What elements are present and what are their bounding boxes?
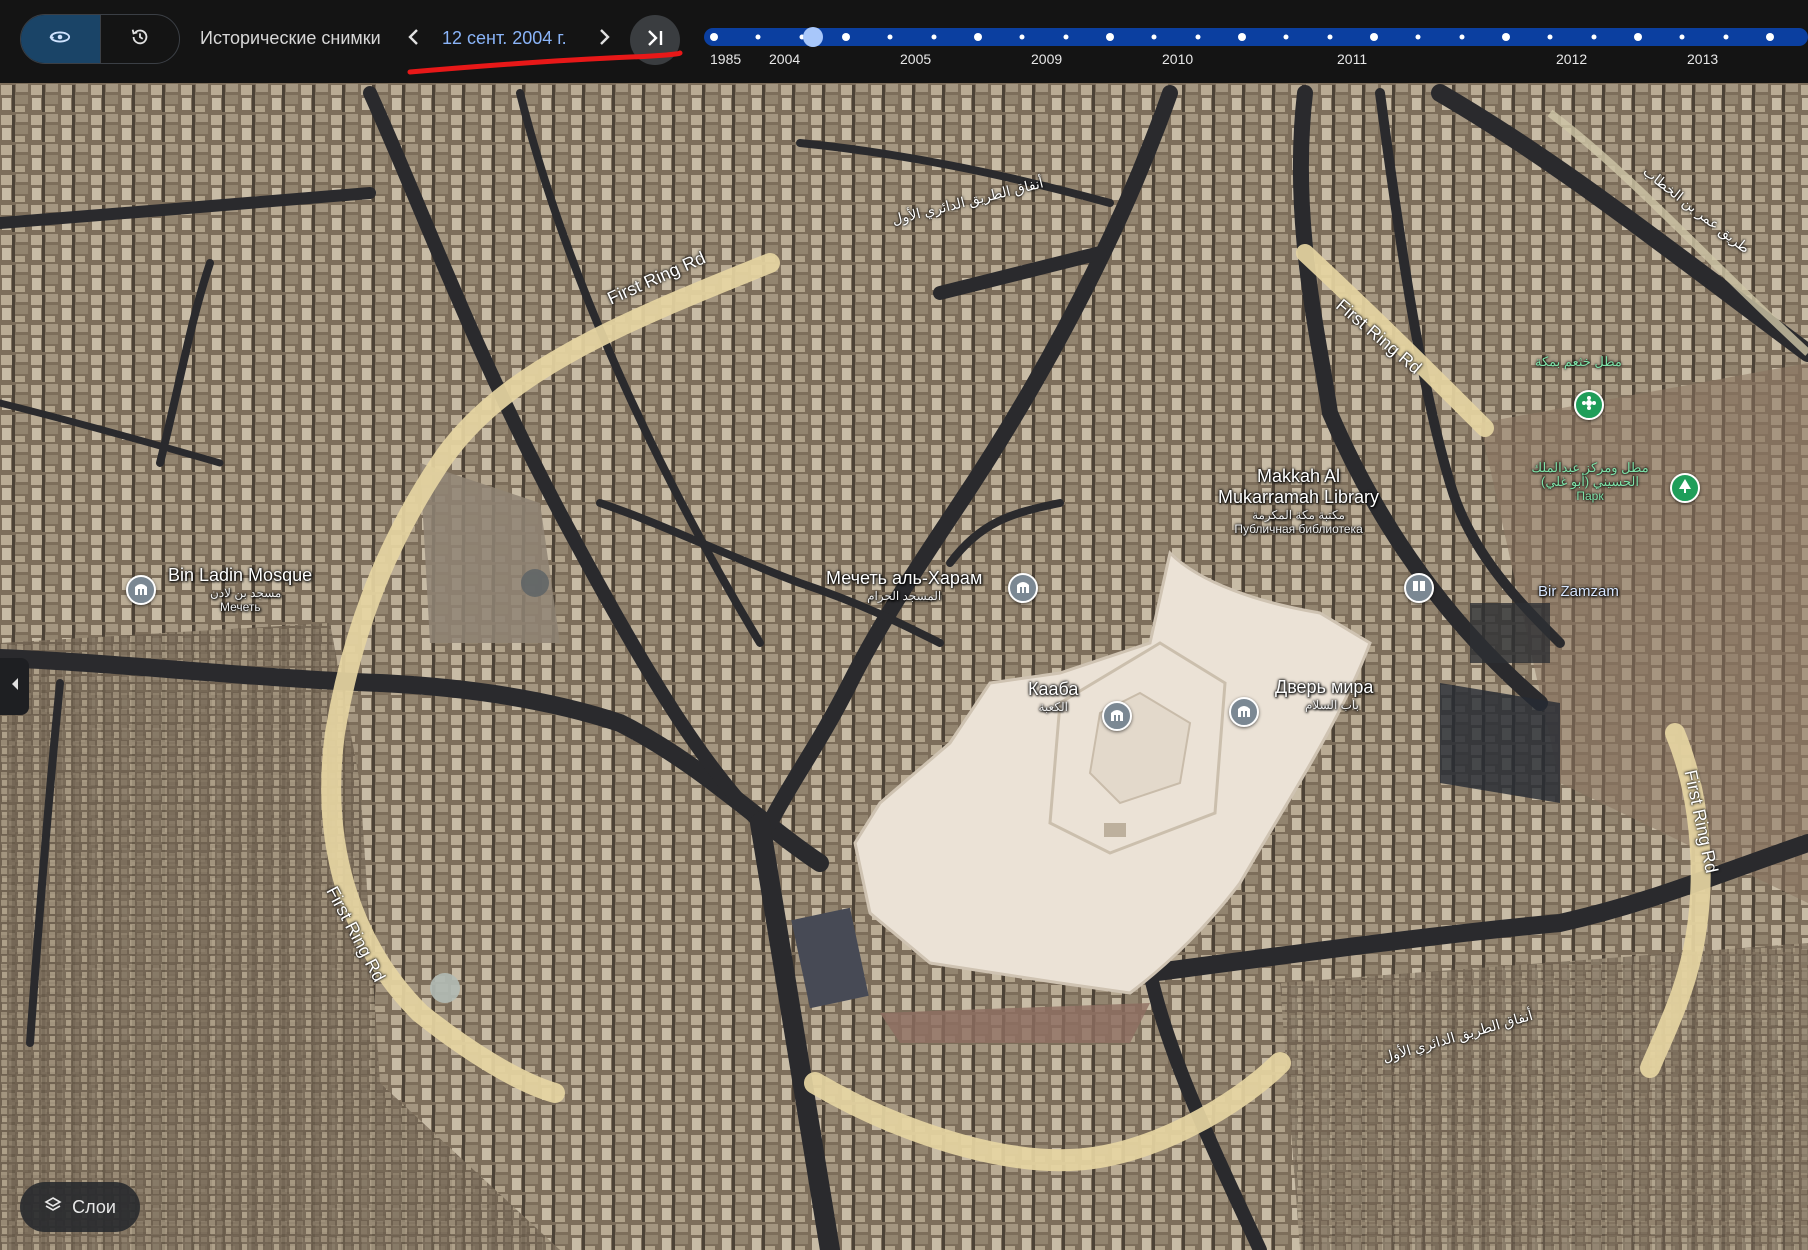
layers-button[interactable]: Слои: [20, 1182, 140, 1232]
timeline-year-label[interactable]: 2010: [1162, 51, 1193, 67]
makkah-library-type: Публичная библиотека: [1234, 522, 1363, 536]
masjid-al-haram-label[interactable]: Мечеть аль-Харам المسجد الحرام: [826, 568, 982, 603]
timeline-tick[interactable]: [1327, 34, 1333, 40]
next-date-button[interactable]: [590, 24, 618, 54]
skip-to-latest-icon: [644, 28, 666, 53]
timeline-track[interactable]: [704, 28, 1808, 46]
viewpoint-khatham-pin[interactable]: [1574, 390, 1604, 420]
abdulmalik-park-arabic: مطل ومركز عبدالملك الحسيني (أبو غلي): [1531, 460, 1649, 489]
masjid-al-haram-pin[interactable]: [1008, 573, 1038, 603]
history-clock-icon: [129, 26, 151, 53]
kaaba-label[interactable]: Кааба الكعبة: [1028, 679, 1078, 714]
chevron-right-icon: [597, 28, 611, 51]
timeline-tick[interactable]: [755, 34, 761, 40]
makkah-library-arabic: مكتبة مكة المكرمة: [1252, 508, 1345, 522]
satellite-map[interactable]: First Ring Rd First Ring Rd First Ring R…: [0, 83, 1808, 1250]
door-of-peace-arabic: باب السلام: [1305, 698, 1359, 712]
mosque-pin-icon: [133, 581, 149, 600]
timeline-year-label[interactable]: 2009: [1031, 51, 1062, 67]
imagery-timeline[interactable]: 1985 2004 2005 2009 2010 2011 2012 2013: [704, 26, 1808, 76]
abdulmalik-park-label[interactable]: مطل ومركز عبدالملك الحسيني (أبو غلي) Пар…: [1520, 460, 1660, 504]
timeline-tick[interactable]: [710, 33, 718, 41]
timeline-year-label[interactable]: 2011: [1337, 51, 1367, 67]
timeline-tick[interactable]: [1063, 34, 1069, 40]
timeline-tick[interactable]: [1679, 34, 1685, 40]
timeline-year-label[interactable]: 2005: [900, 51, 931, 67]
timeline-tick[interactable]: [974, 33, 982, 41]
door-of-peace-title: Дверь мира: [1275, 677, 1374, 697]
timeline-tick[interactable]: [842, 33, 850, 41]
viewpoint-khatham-arabic: مطل خثعم بمكة: [1535, 354, 1622, 369]
mosque-pin-icon: [1236, 703, 1252, 722]
abdulmalik-park-pin[interactable]: [1670, 473, 1700, 503]
timeline-year-label[interactable]: 2004: [769, 51, 800, 67]
timeline-selected-handle[interactable]: [803, 27, 823, 47]
makkah-library-pin[interactable]: [1404, 573, 1434, 603]
mosque-pin-icon: [1015, 579, 1031, 598]
timeline-tick[interactable]: [1415, 34, 1421, 40]
timeline-tick[interactable]: [1591, 34, 1597, 40]
rotate-3d-button[interactable]: [21, 15, 100, 63]
viewpoint-khatham-label[interactable]: مطل خثعم بمكة: [1535, 355, 1622, 369]
timeline-tick[interactable]: [887, 34, 893, 40]
timeline-tick[interactable]: [1370, 33, 1378, 41]
viewpoint-pin-icon: [1581, 395, 1597, 416]
timeline-year-label[interactable]: 1985: [710, 51, 741, 67]
timeline-tick[interactable]: [1283, 34, 1289, 40]
timeline-tick[interactable]: [1459, 34, 1465, 40]
tree-pin-icon: [1678, 478, 1692, 499]
makkah-library-label[interactable]: Makkah Al Mukarramah Library مكتبة مكة ا…: [1218, 466, 1379, 536]
timeline-tick[interactable]: [1019, 34, 1025, 40]
history-button[interactable]: [99, 15, 180, 63]
bir-zamzam-label[interactable]: Bir Zamzam: [1538, 583, 1619, 600]
bin-ladin-mosque-pin[interactable]: [126, 575, 156, 605]
timeline-tick[interactable]: [1723, 34, 1729, 40]
mosque-pin-icon: [1109, 707, 1125, 726]
bin-ladin-mosque-label[interactable]: Bin Ladin Mosque مسجد بن لادن Мечеть: [168, 565, 312, 614]
timeline-year-label[interactable]: 2013: [1687, 51, 1718, 67]
abdulmalik-park-type: Парк: [1576, 489, 1604, 503]
jump-to-latest-button[interactable]: [630, 15, 680, 65]
timeline-tick[interactable]: [931, 34, 937, 40]
chevron-left-icon: [407, 28, 421, 51]
library-pin-icon: [1411, 579, 1427, 598]
historical-imagery-toolbar: Исторические снимки 12 сент. 2004 г. 198…: [0, 0, 1808, 83]
timeline-tick[interactable]: [1766, 33, 1774, 41]
timeline-tick[interactable]: [1634, 33, 1642, 41]
timeline-tick[interactable]: [1195, 34, 1201, 40]
layers-icon: [44, 1196, 62, 1219]
timeline-year-label[interactable]: 2012: [1556, 51, 1587, 67]
timeline-tick[interactable]: [1151, 34, 1157, 40]
bin-ladin-mosque-type: Мечеть: [220, 600, 261, 614]
bin-ladin-mosque-arabic: مسجد بن لادن: [210, 586, 282, 600]
layers-label: Слои: [72, 1196, 116, 1217]
satellite-imagery: [0, 83, 1808, 1250]
timeline-tick[interactable]: [1547, 34, 1553, 40]
kaaba-structure: [1104, 823, 1126, 837]
historical-imagery-label: Исторические снимки: [200, 28, 381, 48]
chevron-left-icon: [10, 677, 20, 696]
side-panel-toggle[interactable]: [0, 658, 29, 715]
kaaba-arabic: الكعبة: [1038, 700, 1068, 714]
masjid-al-haram-arabic: المسجد الحرام: [867, 589, 942, 603]
previous-date-button[interactable]: [400, 24, 428, 54]
makkah-library-title-line1: Makkah Al: [1257, 466, 1341, 486]
selected-date-label[interactable]: 12 сент. 2004 г.: [442, 28, 567, 49]
bin-ladin-mosque-title: Bin Ladin Mosque: [168, 565, 313, 585]
door-of-peace-label[interactable]: Дверь мира باب السلام: [1275, 677, 1373, 712]
door-of-peace-pin[interactable]: [1229, 697, 1259, 727]
kaaba-pin[interactable]: [1102, 701, 1132, 731]
masjid-al-haram-title: Мечеть аль-Харам: [826, 568, 983, 588]
view-mode-toggle: [20, 14, 180, 64]
timeline-tick[interactable]: [1238, 33, 1246, 41]
makkah-library-title-line2: Mukarramah Library: [1218, 487, 1380, 507]
timeline-tick[interactable]: [1106, 33, 1114, 41]
timeline-tick[interactable]: [1502, 33, 1510, 41]
kaaba-title: Кааба: [1028, 679, 1079, 699]
rotate-3d-icon: [49, 26, 71, 53]
